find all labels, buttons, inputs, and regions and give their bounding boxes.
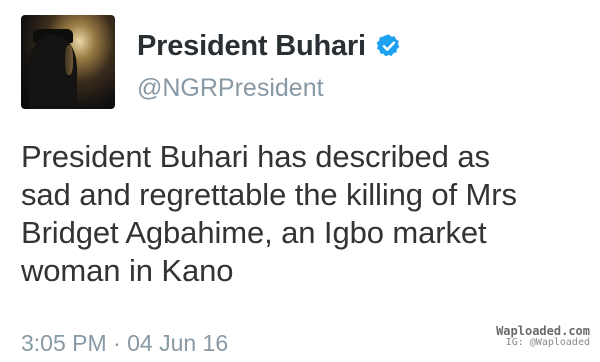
watermark: Waploaded.com IG: @Waploaded bbox=[496, 325, 590, 349]
watermark-site: Waploaded.com bbox=[496, 324, 590, 338]
avatar-highlight-shape bbox=[65, 45, 73, 75]
user-handle[interactable]: @NGRPresident bbox=[137, 74, 324, 103]
tweet-card: President Buhari @NGRPresident President… bbox=[0, 0, 600, 362]
tweet-text: President Buhari has described as sad an… bbox=[21, 139, 517, 288]
verified-badge-icon bbox=[376, 34, 400, 57]
tweet-timestamp[interactable]: 3:05 PM · 04 Jun 16 bbox=[21, 330, 228, 357]
watermark-instagram: IG: @Waploaded bbox=[505, 337, 590, 348]
avatar[interactable] bbox=[21, 15, 115, 109]
display-name[interactable]: President Buhari bbox=[137, 30, 366, 63]
